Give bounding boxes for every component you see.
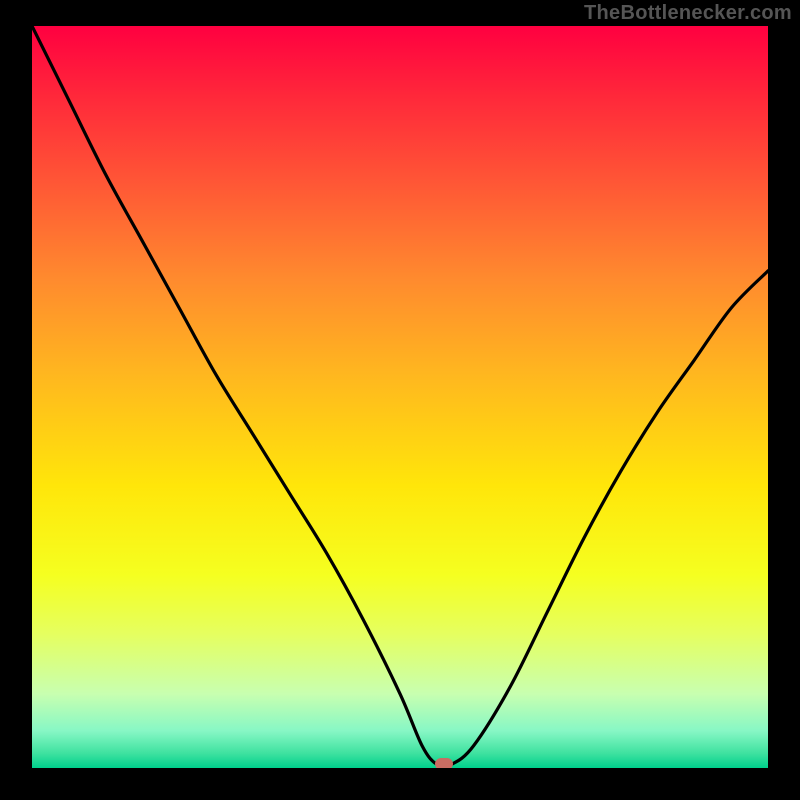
attribution-text: TheBottlenecker.com [584, 2, 792, 25]
chart-frame: TheBottlenecker.com [0, 0, 800, 800]
bottleneck-curve [32, 26, 768, 768]
plot-area [32, 26, 768, 768]
optimal-point-marker [435, 758, 453, 768]
